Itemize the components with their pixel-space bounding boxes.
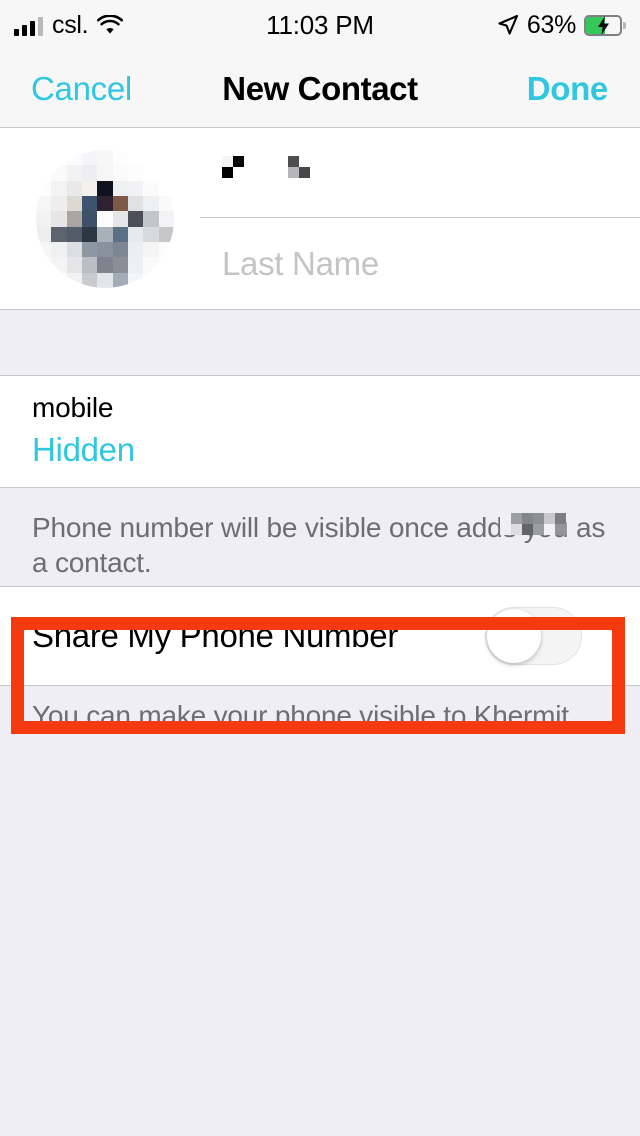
name-fields: Last Name — [200, 128, 640, 310]
last-name-field[interactable]: Last Name — [200, 218, 640, 310]
section-gap — [0, 310, 640, 376]
battery-charging-icon — [584, 14, 626, 36]
share-phone-toggle[interactable] — [485, 607, 582, 665]
phone-type-label[interactable]: mobile — [32, 390, 640, 425]
share-phone-note-text: You can make your phone visible to Kherm… — [32, 700, 577, 731]
share-phone-label: Share My Phone Number — [32, 617, 399, 654]
clock: 11:03 PM — [266, 9, 374, 40]
page-background — [0, 733, 640, 1136]
status-bar: csl. 11:03 PM 63% — [0, 0, 640, 50]
battery-percent-label: 63% — [526, 10, 576, 39]
status-bar-right: 63% — [497, 0, 626, 50]
share-phone-note: You can make your phone visible to Kherm… — [0, 686, 640, 733]
phone-number-value[interactable]: Hidden — [32, 431, 640, 469]
share-phone-row[interactable]: Share My Phone Number — [0, 586, 640, 686]
iphone-screen: csl. 11:03 PM 63% Cancel New Contact Don… — [0, 0, 640, 1136]
name-section: Last Name — [0, 128, 640, 310]
phone-row[interactable]: mobile Hidden — [0, 376, 640, 488]
last-name-placeholder: Last Name — [222, 245, 379, 282]
phone-visibility-note: Phone number will be visible once adds y… — [0, 488, 640, 586]
location-arrow-icon — [497, 14, 519, 36]
first-name-redacted-value — [222, 156, 310, 178]
redacted-contact-name — [500, 513, 566, 535]
cancel-button[interactable]: Cancel — [31, 70, 132, 108]
done-button[interactable]: Done — [527, 70, 609, 108]
first-name-field[interactable] — [200, 128, 640, 218]
avatar[interactable] — [36, 150, 174, 288]
toggle-knob — [487, 609, 541, 663]
navigation-bar: Cancel New Contact Done — [0, 50, 640, 128]
avatar-pixelated-photo — [36, 150, 174, 288]
